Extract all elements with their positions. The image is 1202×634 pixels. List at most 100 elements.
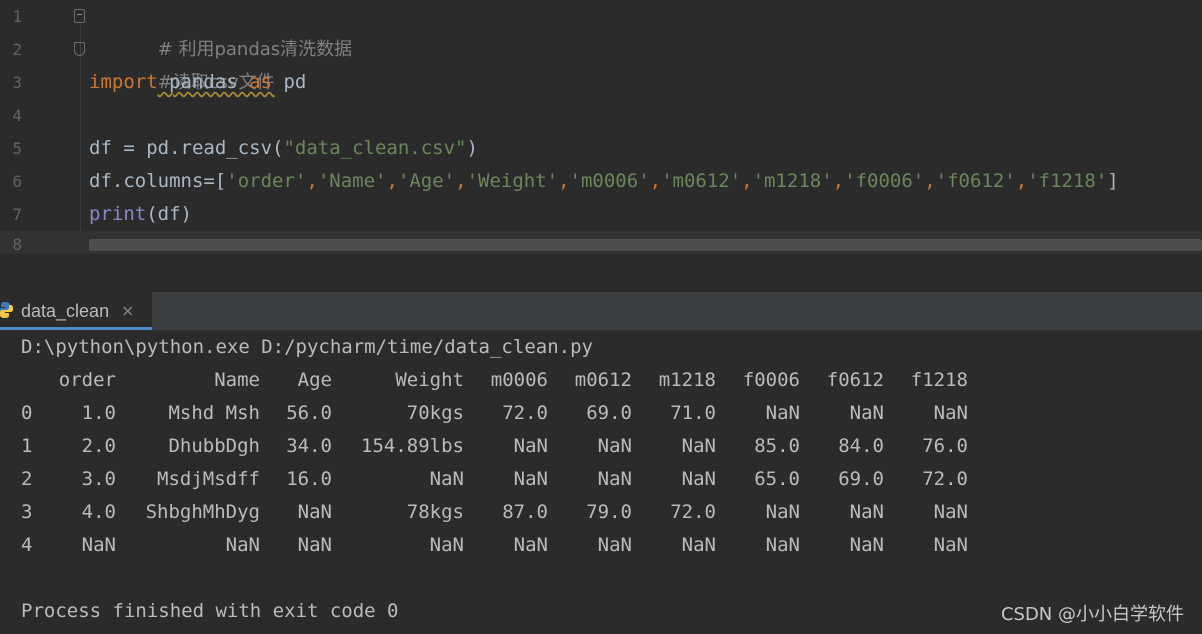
column-name-literal: 'order' [226,170,307,192]
code-text: ) [466,137,478,159]
row-index: 3 [21,501,33,523]
table-cell: NaN [681,468,716,490]
column-name-literal: 'Name' [317,170,387,192]
keyword-import: import [89,71,158,93]
row-index: 4 [21,534,33,556]
console-output[interactable]: D:\python\python.exe D:/pycharm/time/dat… [0,331,1202,634]
code-line-1[interactable]: 1 # 利用pandas清洗数据 [0,0,1202,60]
line-number: 2 [12,40,22,59]
row-index: 1 [21,435,33,457]
horizontal-scrollbar[interactable] [89,239,1202,251]
column-name-literal: 'f1218' [1027,170,1108,192]
column-header: m0006 [490,369,548,391]
comma-separator: , [306,170,318,192]
code-text: df.columns=[ [89,170,227,192]
table-cell: NaN [765,501,800,523]
tab-data-clean[interactable]: data_clean × [0,292,152,330]
code-editor[interactable]: 1 # 利用pandas清洗数据 2 #读取csv文件 3 import pan… [0,0,1202,254]
column-name-literal: 'f0006' [844,170,925,192]
table-cell: 85.0 [754,435,800,457]
column-name-literal: 'Age' [397,170,456,192]
table-cell: NaN [225,534,260,556]
row-index: 2 [21,468,33,490]
close-icon[interactable]: × [121,292,134,330]
table-row: 3 4.0 ShbghMhDyg NaN 78kgs 87.0 79.0 72.0 NaN NaN… [0,496,1202,529]
column-header: Weight [395,369,464,391]
column-name-literal: 'm0006' [569,170,650,192]
code-line-6[interactable]: 6 df.columns=['order','Name','Age','Weig… [0,165,1202,198]
comma-separator: , [832,170,845,192]
line-number: 1 [12,7,22,26]
table-cell: MsdjMsdff [157,468,260,490]
code-line-7[interactable]: 7 print(df) [0,198,1202,231]
table-cell: NaN [681,435,716,457]
table-cell: NaN [429,468,464,490]
line-number: 5 [12,139,22,158]
code-line-4[interactable]: 4 [0,99,1202,132]
table-row: 0 1.0 Mshd Msh 56.0 70kgs 72.0 69.0 71.0 NaN NaN N… [0,397,1202,430]
table-cell: 69.0 [838,468,884,490]
table-cell: NaN [429,534,464,556]
table-cell: NaN [81,534,116,556]
builtin-print: print [89,203,147,225]
table-cell: 4.0 [81,501,116,523]
comma-separator: , [649,170,662,192]
table-cell: 34.0 [286,435,332,457]
table-cell: 72.0 [670,501,716,523]
table-cell: 71.0 [670,402,716,424]
table-cell: NaN [933,534,968,556]
panel-divider[interactable] [0,254,1202,292]
keyword-as: as [249,71,273,93]
table-cell: NaN [597,534,632,556]
module-name: pandas [157,71,250,93]
table-cell: DhubbDgh [168,435,260,457]
fold-marker-icon[interactable] [74,42,85,56]
table-row: 4 NaN NaN NaN NaN NaN NaN NaN NaN NaN NaN [0,529,1202,562]
comma-separator: , [558,170,570,192]
code-line-5[interactable]: 5 df = pd.read_csv("data_clean.csv") [0,132,1202,165]
table-cell: Mshd Msh [168,402,260,424]
table-cell: 3.0 [81,468,116,490]
table-cell: 65.0 [754,468,800,490]
table-cell: 87.0 [502,501,548,523]
table-cell: NaN [597,468,632,490]
column-header: Name [214,369,260,391]
table-cell: ShbghMhDyg [145,501,260,523]
line-number: 6 [12,172,22,191]
comma-separator: , [741,170,753,192]
table-cell: NaN [849,501,884,523]
table-cell: NaN [849,534,884,556]
table-row: 2 3.0 MsdjMsdff 16.0 NaN NaN NaN NaN 65.0 69.0 72.… [0,463,1202,496]
table-cell: 70kgs [406,402,464,424]
fold-marker-icon[interactable] [74,9,85,23]
column-header: f0612 [826,369,884,391]
table-cell: 154.89lbs [361,435,464,457]
column-name-literal: 'm0612' [661,170,742,192]
module-alias: pd [272,71,307,93]
table-cell: 79.0 [586,501,632,523]
code-line-3[interactable]: 3 import pandas as pd [0,66,1202,99]
table-cell: 72.0 [922,468,968,490]
comma-separator: , [1015,170,1028,192]
comma-separator: , [924,170,936,192]
run-tool-window-tabs: data_clean × [0,292,1202,331]
watermark: CSDN @小小白学软件 [1000,604,1184,625]
tab-label: data_clean [21,301,110,321]
table-cell: NaN [933,402,968,424]
exit-message: Process finished with exit code 0 [21,600,399,622]
column-header: f1218 [910,369,968,391]
code-line-2[interactable]: 2 #读取csv文件 [0,33,1202,93]
table-cell: NaN [849,402,884,424]
comma-separator: , [455,170,467,192]
comma-separator: , [386,170,398,192]
table-cell: NaN [513,468,548,490]
table-cell: NaN [765,534,800,556]
console-command: D:\python\python.exe D:/pycharm/time/dat… [21,336,593,358]
python-icon [0,302,13,318]
table-cell: NaN [513,534,548,556]
table-cell: 72.0 [502,402,548,424]
column-header: m1218 [658,369,716,391]
table-cell: NaN [597,435,632,457]
column-header: Age [297,369,332,391]
table-cell: NaN [681,534,716,556]
